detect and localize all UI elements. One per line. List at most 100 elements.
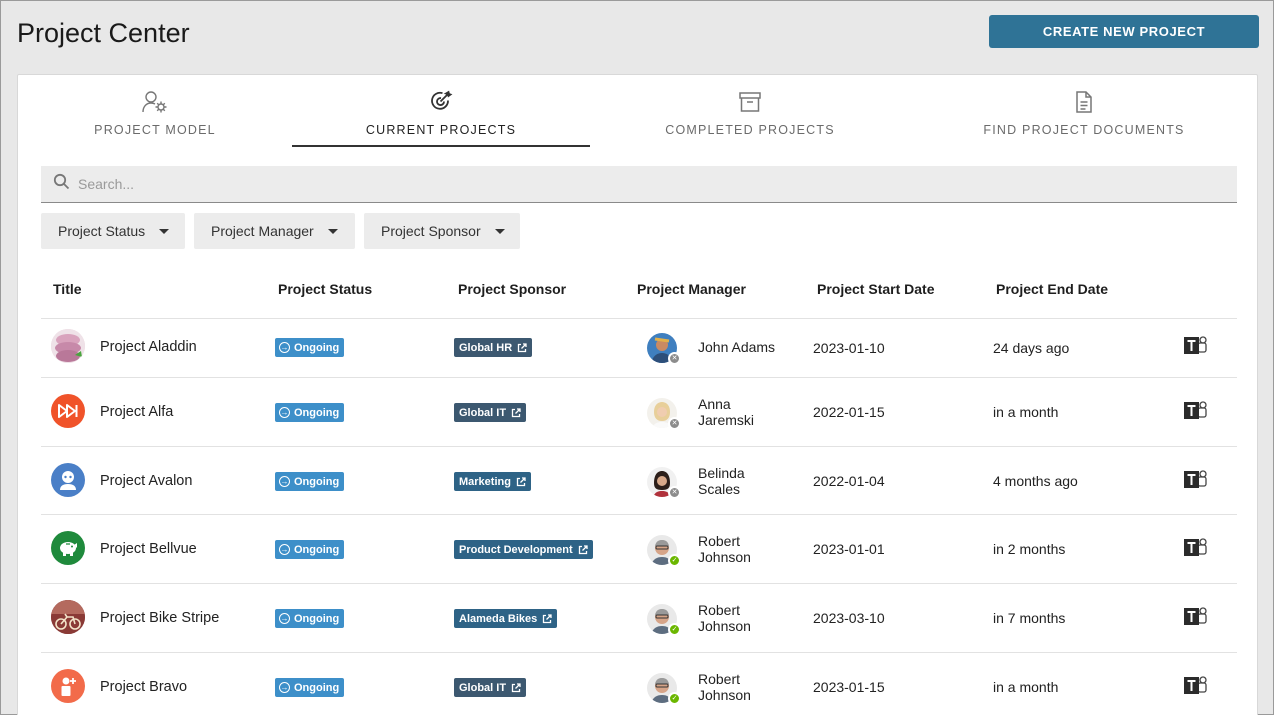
sponsor-badge[interactable]: Alameda Bikes (454, 609, 558, 628)
manager-name-line: Jaremski (698, 412, 755, 428)
arrow-right-circle-icon: → (279, 544, 290, 555)
start-date: 2023-03-10 (813, 610, 885, 626)
status-label: Ongoing (294, 612, 340, 625)
status-badge[interactable]: → Ongoing (275, 338, 345, 357)
start-date: 2023-01-10 (813, 340, 885, 356)
project-title-link[interactable]: Project Aladdin (100, 339, 197, 355)
project-center-card: PROJECT MODEL CURRENT PROJECTS COMPLETED… (17, 74, 1258, 715)
manager-name-line: John Adams (698, 339, 776, 355)
teams-icon[interactable] (1184, 675, 1208, 702)
sponsor-badge[interactable]: Global IT (454, 678, 527, 697)
start-date: 2023-01-15 (813, 679, 885, 695)
status-badge[interactable]: → Ongoing (275, 540, 345, 559)
caret-down-icon (327, 228, 338, 234)
status-badge[interactable]: → Ongoing (275, 609, 345, 628)
sponsor-label: Global IT (459, 681, 507, 694)
table-row[interactable]: Project Bravo → Ongoing Global IT ✓ Robe… (41, 652, 1237, 715)
column-header-manager[interactable]: Project Manager (637, 281, 746, 297)
caret-down-icon (494, 228, 505, 234)
end-date: 4 months ago (993, 473, 1078, 489)
table-row[interactable]: Project Bellvue → Ongoing Product Develo… (41, 514, 1237, 583)
external-link-icon (542, 613, 552, 624)
end-date: in a month (993, 679, 1059, 695)
tab-current-projects[interactable]: CURRENT PROJECTS (292, 75, 590, 147)
sponsor-badge[interactable]: Global HR (454, 338, 533, 357)
avatar[interactable]: ✕ (647, 398, 681, 430)
column-header-end-date[interactable]: Project End Date (996, 281, 1108, 297)
tab-find-project-documents[interactable]: FIND PROJECT DOCUMENTS (910, 75, 1258, 147)
search-bar[interactable] (41, 166, 1237, 203)
status-badge[interactable]: → Ongoing (275, 403, 345, 422)
manager-name-line: Belinda (698, 465, 745, 481)
manager-name-line: Scales (698, 481, 741, 497)
sponsor-label: Alameda Bikes (459, 612, 538, 625)
table-row[interactable]: Project Bike Stripe → Ongoing Alameda Bi… (41, 583, 1237, 652)
project-title-link[interactable]: Project Avalon (100, 473, 192, 489)
avatar[interactable]: ✓ (647, 673, 681, 705)
arrow-right-circle-icon: → (279, 407, 290, 418)
external-link-icon (517, 342, 527, 353)
manager-name-line: Johnson (698, 549, 751, 565)
tab-project-model[interactable]: PROJECT MODEL (18, 75, 292, 147)
user-gear-icon (141, 90, 169, 114)
teams-icon[interactable] (1184, 606, 1208, 633)
column-header-title[interactable]: Title (53, 281, 82, 297)
column-header-start-date[interactable]: Project Start Date (817, 281, 934, 297)
table-row[interactable]: Project Aladdin → Ongoing Global HR ✕ Jo… (41, 318, 1237, 377)
table-row[interactable]: Project Alfa → Ongoing Global IT ✕ Anna … (41, 377, 1237, 446)
start-date: 2023-01-01 (813, 541, 885, 557)
teams-icon[interactable] (1184, 400, 1208, 427)
sponsor-label: Global HR (459, 341, 513, 354)
avatar[interactable]: ✓ (647, 535, 681, 567)
tab-completed-projects[interactable]: COMPLETED PROJECTS (590, 75, 910, 147)
search-input[interactable] (78, 176, 1178, 192)
avatar[interactable]: ✕ (647, 333, 681, 365)
filter-project-status[interactable]: Project Status (41, 213, 185, 249)
teams-icon[interactable] (1184, 469, 1208, 496)
arrow-right-circle-icon: → (279, 476, 290, 487)
status-label: Ongoing (294, 406, 340, 419)
end-date: in 2 months (993, 541, 1066, 557)
sponsor-label: Marketing (459, 475, 511, 488)
project-title-link[interactable]: Project Bellvue (100, 541, 197, 557)
fast-forward-icon (51, 394, 85, 428)
status-label: Ongoing (294, 681, 340, 694)
table-row[interactable]: Project Avalon → Ongoing Marketing ✕ Bel… (41, 446, 1237, 514)
teams-icon[interactable] (1184, 537, 1208, 564)
presence-offline-icon: ✕ (668, 352, 681, 365)
external-link-icon (516, 476, 526, 487)
create-new-project-button[interactable]: CREATE NEW PROJECT (989, 15, 1259, 48)
manager-name[interactable]: Belinda Scales (698, 465, 745, 497)
manager-name[interactable]: Robert Johnson (698, 602, 751, 634)
avatar[interactable]: ✓ (647, 604, 681, 636)
project-title-link[interactable]: Project Alfa (100, 404, 173, 420)
sponsor-badge[interactable]: Product Development (454, 540, 593, 559)
column-header-sponsor[interactable]: Project Sponsor (458, 281, 566, 297)
sponsor-badge[interactable]: Global IT (454, 403, 527, 422)
presence-offline-icon: ✕ (668, 486, 681, 499)
sponsor-badge[interactable]: Marketing (454, 472, 531, 491)
manager-name[interactable]: Anna Jaremski (698, 396, 754, 428)
external-link-icon (578, 544, 588, 555)
tab-label: PROJECT MODEL (94, 123, 216, 137)
filter-project-manager[interactable]: Project Manager (194, 213, 355, 249)
avatar[interactable]: ✕ (647, 467, 681, 499)
manager-name[interactable]: John Adams (698, 339, 775, 355)
project-title-link[interactable]: Project Bravo (100, 679, 187, 695)
teams-icon[interactable] (1184, 335, 1208, 362)
manager-name-line: Johnson (698, 618, 751, 634)
filter-label: Project Status (58, 223, 146, 239)
document-icon (1074, 90, 1094, 114)
end-date: in 7 months (993, 610, 1066, 626)
status-badge[interactable]: → Ongoing (275, 472, 345, 491)
filter-label: Project Manager (211, 223, 314, 239)
manager-name[interactable]: Robert Johnson (698, 671, 751, 703)
column-header-status[interactable]: Project Status (278, 281, 372, 297)
sponsor-label: Product Development (459, 543, 573, 556)
end-date: 24 days ago (993, 340, 1070, 356)
search-icon (53, 173, 70, 195)
filter-project-sponsor[interactable]: Project Sponsor (364, 213, 520, 249)
project-title-link[interactable]: Project Bike Stripe (100, 610, 219, 626)
manager-name[interactable]: Robert Johnson (698, 533, 751, 565)
status-badge[interactable]: → Ongoing (275, 678, 345, 697)
